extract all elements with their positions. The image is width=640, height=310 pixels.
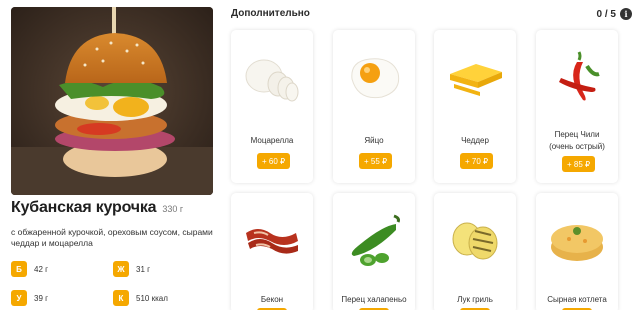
cheddar-icon: [434, 38, 516, 118]
extras-counter-text: 0 / 5: [596, 8, 616, 20]
jalapeno-icon: [333, 201, 415, 281]
carbs-badge: У: [11, 290, 27, 306]
extras-counter: 0 / 5 i: [597, 8, 632, 20]
cheese-patty-icon: [536, 201, 618, 281]
carbs-value: 39 г: [34, 293, 49, 303]
extra-card-jalapeno[interactable]: Перец халапеньо: [333, 193, 415, 310]
grilled-onion-icon: [434, 201, 516, 281]
extra-name: Яйцо: [364, 136, 384, 145]
chili-icon: [536, 38, 618, 118]
extra-card-egg[interactable]: Яйцо + 55 ₽: [333, 30, 415, 183]
fat-badge: Ж: [113, 261, 129, 277]
nutrition-protein: Б 42 г: [11, 259, 101, 279]
nutrition-calories: К 510 ккал: [113, 288, 203, 308]
extra-card-cheddar[interactable]: Чеддер + 70 ₽: [434, 30, 516, 183]
extra-price-button[interactable]: + 60 ₽: [257, 153, 291, 169]
extra-price-button[interactable]: + 85 ₽: [562, 156, 596, 172]
product-title: Кубанская курочка: [11, 199, 157, 216]
extra-name-line1: Перец Чили: [554, 130, 600, 139]
extra-price-button[interactable]: + 55 ₽: [359, 153, 393, 169]
extra-name: Чеддер: [461, 136, 489, 145]
nutrition-fat: Ж 31 г: [113, 259, 203, 279]
egg-icon: [333, 38, 415, 118]
info-icon[interactable]: i: [620, 8, 632, 20]
extra-name-line2: (очень острый): [549, 142, 605, 151]
product-image: [11, 7, 213, 195]
extra-card-grilled-onion[interactable]: Лук гриль: [434, 193, 516, 310]
mozzarella-icon: [231, 38, 313, 118]
extra-card-chili[interactable]: Перец Чили (очень острый) + 85 ₽: [536, 30, 618, 183]
protein-value: 42 г: [34, 264, 49, 274]
product-title-row: Кубанская курочка 330 г: [11, 199, 221, 221]
extra-name: Бекон: [260, 295, 284, 304]
extra-price-button[interactable]: + 70 ₽: [460, 153, 494, 169]
extra-card-mozzarella[interactable]: Моцарелла + 60 ₽: [231, 30, 313, 183]
extra-name: Лук гриль: [457, 295, 493, 304]
product-description: с обжаренной курочкой, ореховым соусом, …: [11, 227, 213, 248]
extras-title: Дополнительно: [231, 8, 310, 19]
extra-card-bacon[interactable]: Бекон: [231, 193, 313, 310]
extra-card-cheese-patty[interactable]: Сырная котлета: [536, 193, 618, 310]
product-weight: 330 г: [162, 204, 184, 214]
calories-value: 510 ккал: [136, 293, 168, 303]
calories-badge: К: [113, 290, 129, 306]
protein-badge: Б: [11, 261, 27, 277]
extra-name: Перец халапеньо: [341, 295, 407, 304]
nutrition-carbs: У 39 г: [11, 288, 101, 308]
extra-name: Моцарелла: [250, 136, 294, 145]
bacon-icon: [231, 201, 313, 281]
fat-value: 31 г: [136, 264, 151, 274]
extra-name: Сырная котлета: [547, 295, 607, 304]
